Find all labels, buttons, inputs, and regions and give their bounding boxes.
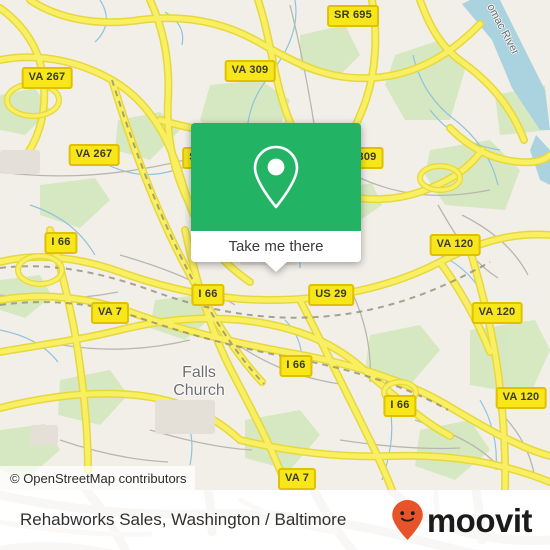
page-footer: Rehabworks Sales, Washington / Baltimore… xyxy=(0,490,550,550)
moovit-smiley-pin-icon xyxy=(392,500,423,540)
road-shield-va-120-a[interactable]: VA 120 xyxy=(429,234,481,256)
map-attribution[interactable]: © OpenStreetMap contributors xyxy=(0,466,195,490)
road-shield-sr-695[interactable]: SR 695 xyxy=(327,5,379,27)
station-title: Rehabworks Sales, Washington / Baltimore xyxy=(20,510,347,529)
road-shield-us-29[interactable]: US 29 xyxy=(308,284,354,306)
station-popup[interactable]: Take me there xyxy=(191,123,361,272)
road-shield-va-267-b[interactable]: VA 267 xyxy=(68,144,120,166)
moovit-station-map-page: omac River Falls Church SR 695 VA 309 VA… xyxy=(0,0,550,550)
road-shield-i-66-a[interactable]: I 66 xyxy=(44,232,78,254)
road-shield-i-66-d[interactable]: I 66 xyxy=(383,395,417,417)
road-shield-va-7-a[interactable]: VA 7 xyxy=(90,302,130,324)
moovit-brand-logo[interactable]: moovit xyxy=(391,499,533,541)
road-shield-va-120-c[interactable]: VA 120 xyxy=(495,387,547,409)
road-shield-va-7-b[interactable]: VA 7 xyxy=(277,468,317,490)
popup-tail xyxy=(264,261,288,272)
popup-header xyxy=(191,123,361,231)
moovit-wordmark: moovit xyxy=(426,501,533,539)
road-shield-va-120-b[interactable]: VA 120 xyxy=(471,302,523,324)
road-shield-va-267-a[interactable]: VA 267 xyxy=(21,67,73,89)
road-shield-va-309[interactable]: VA 309 xyxy=(224,60,276,82)
map-pin-icon xyxy=(253,145,299,209)
map-canvas[interactable]: omac River Falls Church SR 695 VA 309 VA… xyxy=(0,0,550,490)
footer-content: Rehabworks Sales, Washington / Baltimore… xyxy=(0,490,550,550)
road-shield-i-66-b[interactable]: I 66 xyxy=(191,284,225,306)
take-me-there-label: Take me there xyxy=(228,238,324,255)
road-shield-i-66-c[interactable]: I 66 xyxy=(279,355,313,377)
place-label-falls-church: Falls Church xyxy=(173,364,225,399)
popup-action-bar[interactable]: Take me there xyxy=(191,231,361,272)
